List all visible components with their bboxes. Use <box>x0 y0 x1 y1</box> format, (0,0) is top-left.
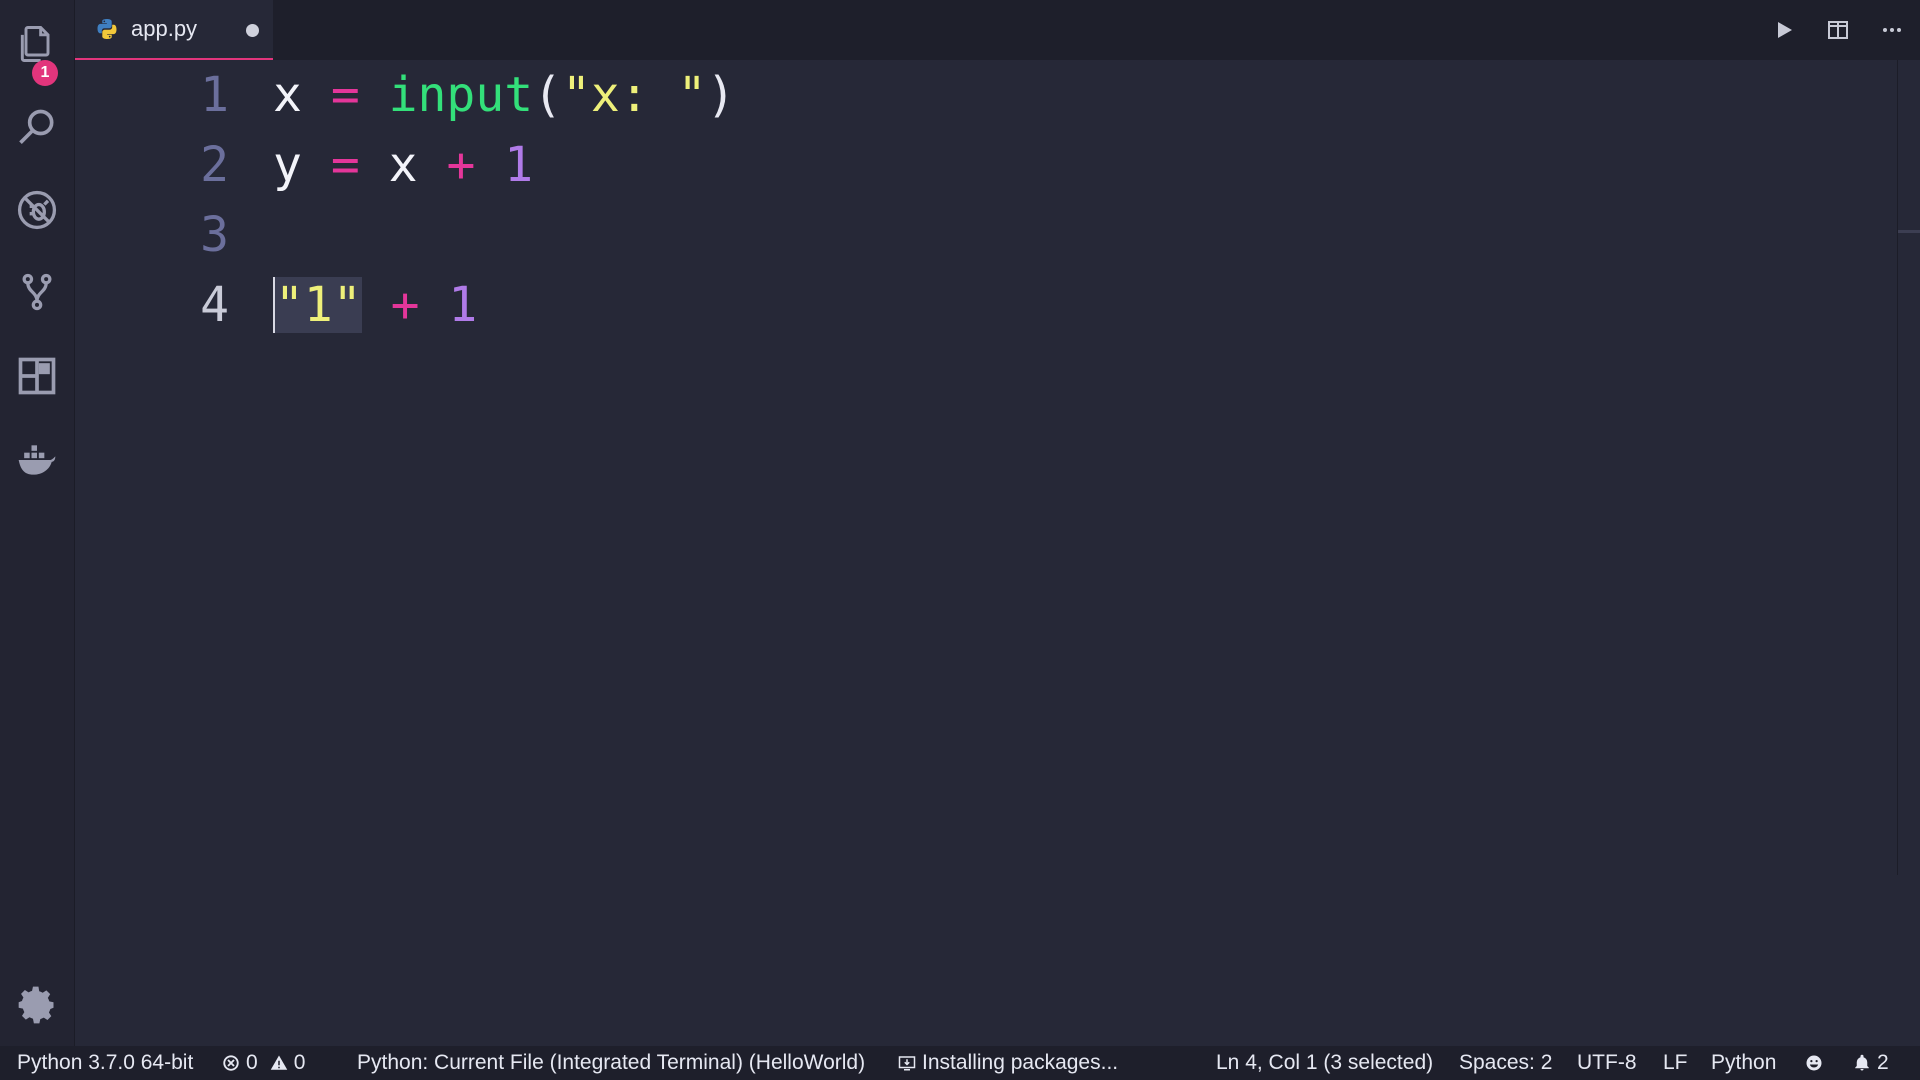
warning-count: 0 <box>293 1051 306 1074</box>
tab-app-py[interactable]: app.py <box>75 0 273 60</box>
line-code[interactable]: "1" + 1 <box>273 270 477 340</box>
cursor-position[interactable]: Ln 4, Col 1 (3 selected) <box>1216 1046 1433 1080</box>
python-interpreter[interactable]: Python 3.7.0 64-bit <box>17 1046 193 1080</box>
encoding-label: UTF-8 <box>1577 1051 1637 1074</box>
debug-icon[interactable] <box>0 180 74 240</box>
more-actions-icon[interactable] <box>1876 14 1908 46</box>
cursor-label: Ln 4, Col 1 (3 selected) <box>1216 1051 1434 1074</box>
activity-bar: 1 <box>0 0 75 1046</box>
line-number: 2 <box>200 137 229 193</box>
code-line[interactable]: 2 y = x + 1 <box>75 130 1875 200</box>
warning-icon <box>270 1055 287 1070</box>
code-editor[interactable]: 1 x = input("x: ") 2 y = x + 1 3 4 "1" +… <box>75 60 1920 1046</box>
notification-count: 2 <box>1877 1051 1889 1074</box>
task-status[interactable]: Installing packages... <box>898 1046 1118 1080</box>
line-number: 3 <box>200 207 229 263</box>
language-mode[interactable]: Python <box>1711 1046 1776 1080</box>
code-line[interactable]: 3 <box>75 200 1875 270</box>
spaces-label: Spaces: 2 <box>1459 1051 1553 1074</box>
run-icon[interactable] <box>1768 14 1800 46</box>
status-bar: Python 3.7.0 64-bit 0 0 Python: Current … <box>0 1046 1920 1080</box>
vertical-scrollbar[interactable] <box>1897 60 1920 875</box>
tab-label: app.py <box>131 16 198 41</box>
debug-config-label: Python: Current File (Integrated Termina… <box>357 1051 866 1074</box>
debug-configuration[interactable]: Python: Current File (Integrated Termina… <box>357 1046 865 1080</box>
encoding[interactable]: UTF-8 <box>1577 1046 1637 1080</box>
line-number: 4 <box>200 277 229 333</box>
editor-actions <box>1768 0 1908 60</box>
explorer-icon[interactable]: 1 <box>0 14 74 86</box>
feedback-icon[interactable] <box>1805 1046 1823 1080</box>
source-control-icon[interactable] <box>0 262 74 322</box>
error-count: 0 <box>246 1051 258 1074</box>
code-line[interactable]: 4 "1" + 1 <box>75 270 1875 340</box>
error-icon <box>223 1055 239 1071</box>
indentation[interactable]: Spaces: 2 <box>1459 1046 1552 1080</box>
task-label: Installing packages... <box>922 1051 1119 1074</box>
text-selection[interactable]: "1" <box>273 277 362 333</box>
problems-summary[interactable]: 0 0 <box>222 1046 305 1080</box>
extensions-icon[interactable] <box>0 346 74 406</box>
install-icon <box>898 1056 916 1071</box>
interpreter-label: Python 3.7.0 64-bit <box>17 1051 194 1074</box>
scroll-cursor-marker <box>1898 230 1920 233</box>
code-line[interactable]: 1 x = input("x: ") <box>75 60 1875 130</box>
line-code[interactable]: y = x + 1 <box>273 130 533 200</box>
language-label: Python <box>1711 1051 1777 1074</box>
explorer-badge: 1 <box>32 60 58 86</box>
bell-icon <box>1855 1054 1869 1071</box>
split-editor-icon[interactable] <box>1822 14 1854 46</box>
end-of-line[interactable]: LF <box>1663 1046 1688 1080</box>
eol-label: LF <box>1663 1051 1688 1074</box>
python-icon <box>97 19 117 39</box>
line-number: 1 <box>200 67 229 123</box>
notifications[interactable]: 2 <box>1853 1046 1889 1080</box>
tab-bar: app.py <box>75 0 1920 60</box>
gear-icon[interactable] <box>0 975 74 1035</box>
unsaved-dot-icon[interactable] <box>246 24 259 37</box>
line-code[interactable]: x = input("x: ") <box>273 60 735 130</box>
docker-icon[interactable] <box>0 430 74 490</box>
search-icon[interactable] <box>0 98 74 158</box>
